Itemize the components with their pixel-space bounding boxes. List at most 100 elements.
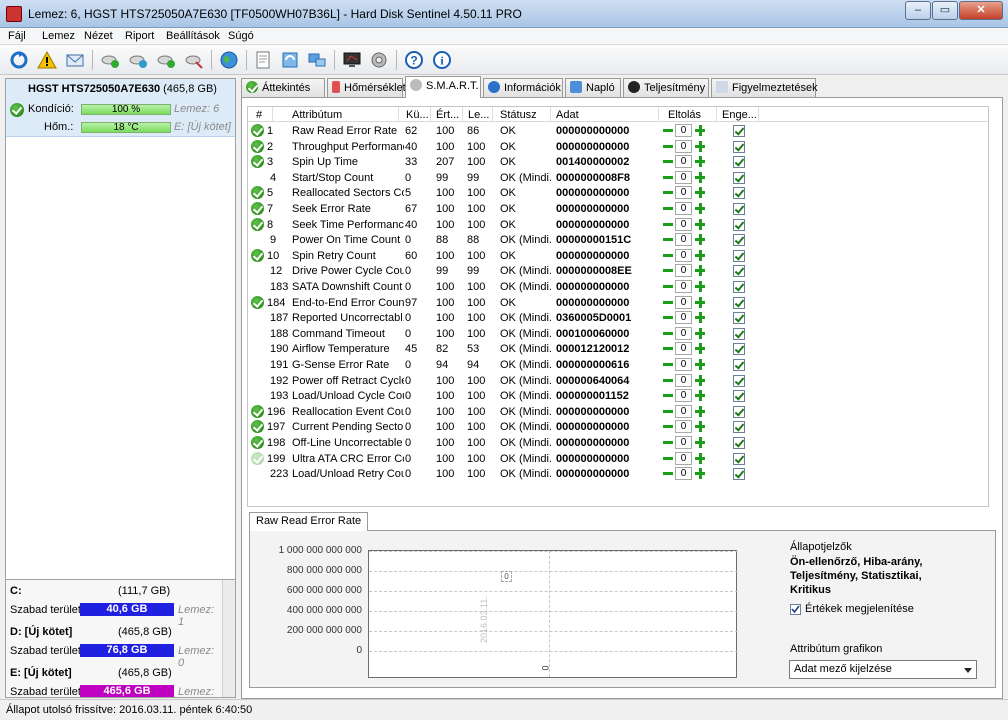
decrement-icon[interactable]: [662, 264, 673, 277]
increment-icon[interactable]: [694, 140, 706, 153]
offset-value[interactable]: 0: [675, 326, 692, 340]
enabled-checkbox[interactable]: [733, 343, 745, 356]
increment-icon[interactable]: [694, 452, 706, 465]
show-values-checkbox[interactable]: [790, 604, 801, 615]
increment-icon[interactable]: [694, 342, 706, 355]
increment-icon[interactable]: [694, 280, 706, 293]
increment-icon[interactable]: [694, 218, 706, 231]
increment-icon[interactable]: [694, 374, 706, 387]
volume-item-d[interactable]: D: [Új kötet] (465,8 GB) Szabad terület …: [6, 623, 222, 669]
enabled-checkbox[interactable]: [733, 327, 745, 340]
menu-beallitasok[interactable]: Beállítások: [166, 30, 220, 42]
attr-graph-select[interactable]: Adat mező kijelzése: [789, 660, 977, 679]
table-row[interactable]: 196 Reallocation Event Count 0 100 100 OK (Mi…: [248, 404, 988, 420]
offset-value[interactable]: 0: [675, 217, 692, 231]
decrement-icon[interactable]: [662, 218, 673, 231]
enabled-checkbox[interactable]: [733, 421, 745, 434]
maximize-button[interactable]: ▭: [932, 1, 958, 20]
offset-value[interactable]: 0: [675, 264, 692, 278]
warning-icon[interactable]: [36, 49, 58, 71]
settings-disk-icon[interactable]: [368, 49, 390, 71]
decrement-icon[interactable]: [662, 140, 673, 153]
increment-icon[interactable]: [694, 202, 706, 215]
table-row[interactable]: 12 Drive Power Cycle Count 0 99 99 OK (Mindi.…: [248, 263, 988, 279]
table-row[interactable]: 198 Off-Line Uncorrectable ... 0 100 100 OK (…: [248, 435, 988, 451]
offset-stepper[interactable]: 0: [662, 139, 706, 153]
enabled-checkbox[interactable]: [733, 218, 745, 231]
offset-value[interactable]: 0: [675, 389, 692, 403]
table-row[interactable]: 183 SATA Downshift Count 0 100 100 OK (Mindi.…: [248, 279, 988, 295]
offset-stepper[interactable]: 0: [662, 295, 706, 309]
offset-stepper[interactable]: 0: [662, 202, 706, 215]
offset-value[interactable]: 0: [675, 451, 692, 465]
col-threshold[interactable]: Kü...: [406, 109, 429, 121]
offset-value[interactable]: 0: [675, 404, 692, 418]
decrement-icon[interactable]: [662, 280, 673, 293]
tab-teljesitmeny[interactable]: Teljesítmény: [623, 78, 709, 97]
enabled-checkbox[interactable]: [733, 296, 745, 309]
decrement-icon[interactable]: [662, 124, 673, 137]
table-row[interactable]: 9Power On Time Count08888OK (Mindi...000…: [248, 232, 988, 248]
enabled-checkbox[interactable]: [733, 312, 745, 325]
decrement-icon[interactable]: [662, 186, 673, 199]
volume-item-e[interactable]: E: [Új kötet] (465,8 GB) Szabad terület …: [6, 664, 222, 697]
table-row[interactable]: 187 Reported Uncorrectabl... 0 100 100 OK (Mi…: [248, 310, 988, 326]
table-row[interactable]: 223 Load/Unload Retry Cou... 0 100 100 OK (Mi…: [248, 466, 988, 482]
offset-value[interactable]: 0: [675, 186, 692, 200]
decrement-icon[interactable]: [662, 311, 673, 324]
offset-value[interactable]: 0: [675, 124, 692, 137]
tab-graph-attribute[interactable]: Raw Read Error Rate: [249, 512, 369, 531]
col-enabled[interactable]: Enge...: [722, 109, 757, 121]
table-row[interactable]: 4Start/Stop Count09999OK (Mindi...000000…: [248, 170, 988, 186]
enabled-checkbox[interactable]: [733, 452, 745, 465]
decrement-icon[interactable]: [662, 233, 673, 246]
offset-stepper[interactable]: 0: [662, 326, 706, 340]
offset-stepper[interactable]: 0: [662, 389, 706, 403]
menu-nezet[interactable]: Nézet: [84, 30, 113, 42]
minimize-button[interactable]: –: [905, 1, 931, 20]
table-row[interactable]: 3 Spin Up Time 33 207 100 OK 001400000002 0: [248, 154, 988, 170]
offset-stepper[interactable]: 0: [662, 451, 706, 465]
table-row[interactable]: 10 Spin Retry Count 60 100 100 OK 000000000000…: [248, 248, 988, 264]
enabled-checkbox[interactable]: [733, 171, 745, 184]
decrement-icon[interactable]: [662, 327, 673, 340]
info-icon[interactable]: i: [431, 49, 453, 71]
offset-stepper[interactable]: 0: [662, 124, 706, 137]
enabled-checkbox[interactable]: [733, 281, 745, 293]
decrement-icon[interactable]: [662, 420, 673, 433]
increment-icon[interactable]: [694, 124, 706, 137]
enabled-checkbox[interactable]: [733, 187, 745, 200]
enabled-checkbox[interactable]: [733, 140, 745, 153]
disk-test-icon-3[interactable]: [155, 49, 177, 71]
offset-stepper[interactable]: 0: [662, 311, 706, 325]
col-status[interactable]: Státusz: [500, 109, 537, 121]
disk-test-icon-2[interactable]: [127, 49, 149, 71]
offset-value[interactable]: 0: [675, 295, 692, 309]
col-attribute[interactable]: Attribútum: [292, 109, 342, 121]
tab-informaciok[interactable]: Információk: [483, 78, 563, 97]
table-row[interactable]: 188Command Timeout0100100OK (Mindi...000…: [248, 326, 988, 342]
monitor-icon[interactable]: [341, 49, 363, 71]
increment-icon[interactable]: [694, 311, 706, 324]
offset-stepper[interactable]: 0: [662, 373, 706, 387]
report-icon[interactable]: [252, 49, 274, 71]
offset-stepper[interactable]: 0: [662, 404, 706, 418]
offset-stepper[interactable]: 0: [662, 217, 706, 231]
table-row[interactable]: 8 Seek Time Performance 40 100 100 OK 00000000…: [248, 217, 988, 233]
offset-value[interactable]: 0: [675, 373, 692, 387]
decrement-icon[interactable]: [662, 358, 673, 371]
increment-icon[interactable]: [694, 171, 706, 184]
table-row[interactable]: 193Load/Unload Cycle Cou...0100100OK (Mi…: [248, 388, 988, 404]
decrement-icon[interactable]: [662, 374, 673, 387]
offset-value[interactable]: 0: [675, 420, 692, 434]
decrement-icon[interactable]: [662, 171, 673, 184]
decrement-icon[interactable]: [662, 389, 673, 402]
offset-value[interactable]: 0: [675, 342, 692, 356]
selected-disk-card[interactable]: HGST HTS725050A7E630 (465,8 GB) Kondíció…: [6, 79, 235, 137]
offset-value[interactable]: 0: [675, 280, 692, 293]
increment-icon[interactable]: [694, 327, 706, 340]
offset-value[interactable]: 0: [675, 233, 692, 247]
col-id[interactable]: #: [256, 109, 262, 121]
decrement-icon[interactable]: [662, 342, 673, 355]
offset-stepper[interactable]: 0: [662, 342, 706, 356]
